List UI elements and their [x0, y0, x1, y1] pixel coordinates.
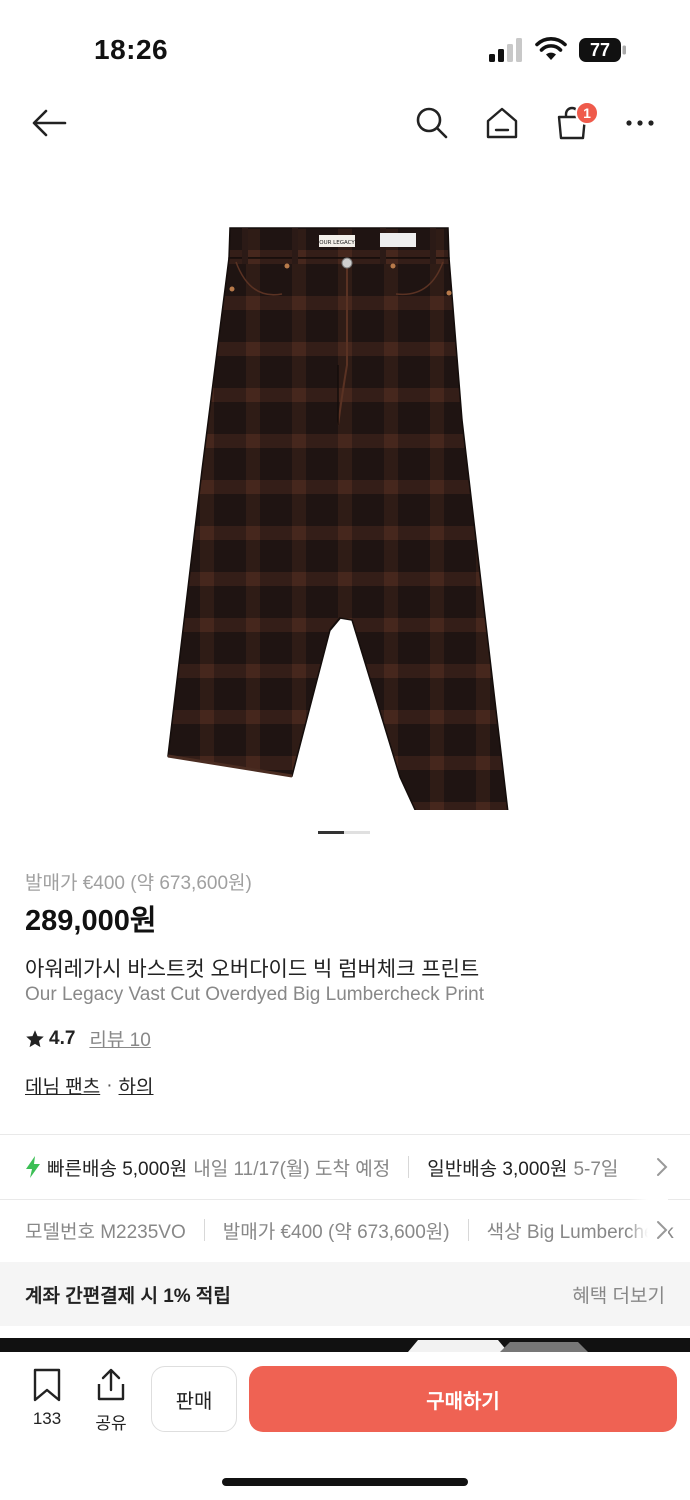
product-image-carousel[interactable]: OUR LEGACY: [0, 190, 690, 941]
status-time: 18:26: [94, 34, 169, 65]
cellular-signal-icon: [489, 38, 522, 62]
home-indicator: [222, 1478, 468, 1486]
wifi-icon: [535, 37, 567, 60]
benefit-more-link[interactable]: 혜택 더보기: [572, 1281, 665, 1308]
share-label: 공유: [95, 1414, 127, 1433]
pager-dot-active: [318, 831, 344, 834]
model-number: 모델번호 M2235VO: [25, 1221, 186, 1243]
category-link-denim-pants[interactable]: 데님 팬츠: [25, 1072, 100, 1099]
chevron-right-icon: [657, 1221, 668, 1239]
standard-shipping-eta: 5-7일: [573, 1158, 619, 1180]
share-button[interactable]: 공유: [86, 1368, 136, 1434]
cart-count-badge: 1: [575, 101, 599, 125]
status-bar: 18:26 77: [0, 0, 690, 100]
pager-dot: [344, 831, 370, 834]
svg-text:OUR LEGACY: OUR LEGACY: [319, 240, 355, 246]
product-name-korean: 아워레가시 바스트컷 오버다이드 빅 럼버체크 프린트: [25, 958, 480, 981]
express-shipping-eta: 내일 11/17(월) 도착 예정: [193, 1158, 391, 1180]
sale-price: 289,000원: [25, 905, 157, 937]
bookmark-button[interactable]: 133: [22, 1368, 72, 1429]
back-button[interactable]: [28, 100, 70, 146]
release-price: 발매가 €400 (약 673,600원): [25, 873, 252, 894]
search-button[interactable]: [410, 100, 454, 146]
category-separator: ·: [106, 1074, 113, 1096]
separator: [408, 1156, 410, 1178]
bookmark-count: 133: [32, 1409, 62, 1428]
express-shipping: 빠른배송 5,000원 내일 11/17(월) 도착 예정: [25, 1154, 390, 1181]
product-specs[interactable]: 모델번호 M2235VO 발매가 €400 (약 673,600원) 색상 Bi…: [0, 1199, 690, 1261]
separator: [467, 1219, 469, 1241]
express-shipping-fee: 빠른배송 5,000원: [47, 1158, 188, 1180]
standard-shipping-fee: 일반배송 3,000원: [427, 1158, 568, 1180]
review-link[interactable]: 리뷰 10: [89, 1025, 150, 1052]
category-breadcrumb: 데님 팬츠 · 하의: [25, 1072, 154, 1099]
back-arrow-icon: [32, 109, 67, 137]
home-icon: [486, 107, 518, 139]
buy-button[interactable]: 구매하기: [249, 1366, 677, 1432]
rating-score: 4.7: [49, 1027, 76, 1049]
bookmark-icon: [33, 1368, 61, 1402]
product-image-jeans: OUR LEGACY: [167, 227, 523, 941]
specs-more-button[interactable]: [628, 1199, 668, 1261]
standard-shipping: 일반배송 3,000원 5-7일: [427, 1154, 618, 1181]
home-button[interactable]: [480, 100, 524, 146]
star-icon: [26, 1029, 44, 1047]
tab-strip: [0, 1338, 690, 1352]
shipping-more-button[interactable]: [628, 1135, 668, 1199]
benefit-text: 계좌 간편결제 시 1% 적립: [25, 1285, 231, 1307]
more-button[interactable]: [618, 100, 662, 146]
rating-row: 4.7 리뷰 10: [25, 1025, 151, 1052]
share-icon: [97, 1368, 125, 1401]
sell-button[interactable]: 판매: [151, 1366, 237, 1432]
more-icon: [626, 120, 654, 126]
tab-indicator: [408, 1340, 588, 1352]
chevron-right-icon: [657, 1158, 668, 1176]
search-icon: [416, 107, 448, 139]
shipping-options[interactable]: 빠른배송 5,000원 내일 11/17(월) 도착 예정 일반배송 3,000…: [0, 1135, 690, 1199]
battery-level: 77: [589, 39, 611, 60]
separator: [203, 1219, 205, 1241]
image-pager: [318, 831, 370, 834]
category-link-bottoms[interactable]: 하의: [119, 1072, 154, 1099]
product-name-english: Our Legacy Vast Cut Overdyed Big Lumberc…: [25, 984, 485, 1005]
benefit-banner[interactable]: 계좌 간편결제 시 1% 적립 혜택 더보기: [0, 1262, 690, 1326]
spec-release-price: 발매가 €400 (약 673,600원): [222, 1221, 450, 1243]
lightning-icon: [26, 1156, 40, 1178]
